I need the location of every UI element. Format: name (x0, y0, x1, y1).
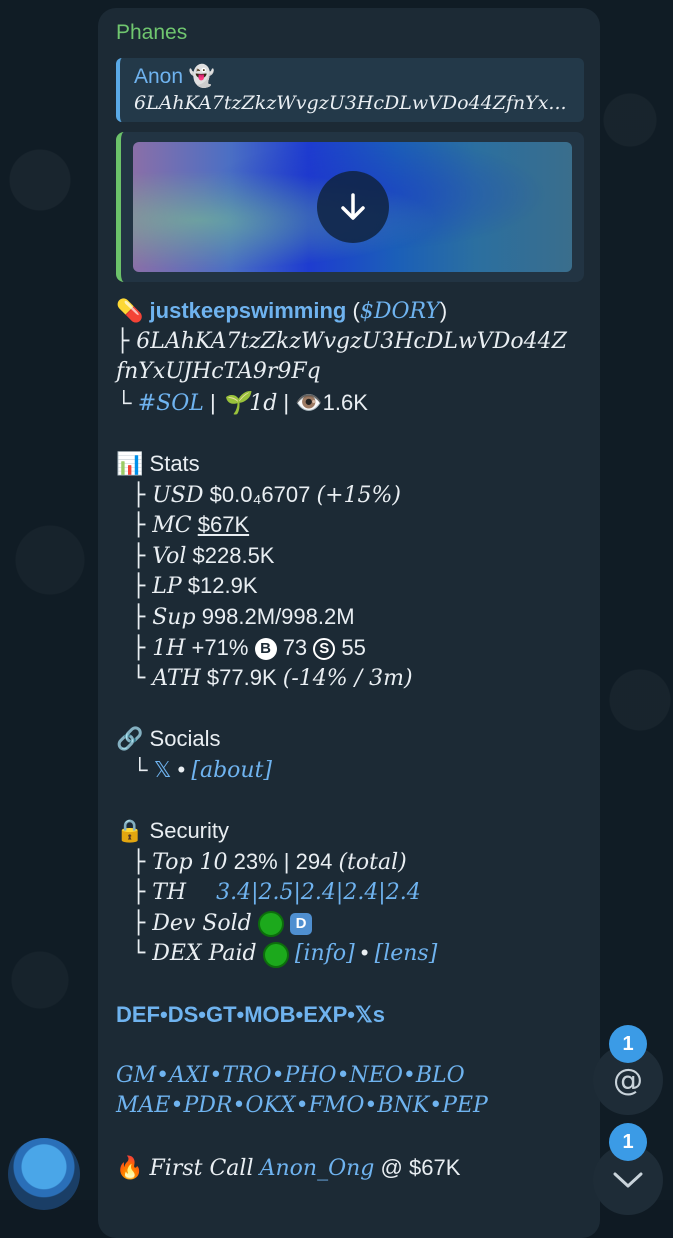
buys-icon: B (254, 637, 277, 660)
security-heading: 🔒 Security (116, 816, 584, 847)
sup-value: 998.2M/998.2M (201, 603, 355, 629)
lp-label: ├ LP (132, 574, 182, 600)
age-value: 🌱1d (221, 390, 278, 416)
sup-label: ├ Sup (132, 604, 196, 630)
token-meta: └ #SOL | 🌱1d | 👁️1.6K (116, 388, 584, 419)
top10-note: (total) (338, 849, 407, 875)
usd-label: ├ USD (132, 482, 204, 508)
usd-change: (+15%) (316, 482, 402, 508)
lock-icon: 🔒 (116, 818, 144, 844)
green-circle-icon (257, 911, 284, 938)
stat-vol: ├ Vol $228.5K (116, 541, 584, 572)
green-circle-icon (262, 941, 289, 968)
ticker-close: ) (439, 298, 448, 323)
link-icon: 🔗 (116, 726, 144, 752)
about-link[interactable]: [about] (191, 758, 272, 783)
x-link[interactable]: 𝕏 (154, 757, 172, 782)
h1-value: +71% (191, 634, 249, 660)
first-call: 🔥 First Call Anon_Ong @ $67K (116, 1153, 584, 1184)
th-values[interactable]: 3.4|2.5|2.4|2.4|2.4 (216, 880, 421, 905)
stats-title: Stats (149, 450, 200, 476)
stats-heading: 📊 Stats (116, 449, 584, 480)
fire-icon: 🔥 (116, 1154, 144, 1180)
ath-value: $77.9K (206, 665, 277, 691)
chart-icon: 📊 (116, 450, 144, 476)
first-call-value: $67K (408, 1154, 461, 1180)
chevron-down-icon (613, 1172, 643, 1188)
vol-label: ├ Vol (132, 543, 187, 569)
reply-text: 6LAhKA7tzZkzWvgzU3HcDLwVDo44ZfnYx... (134, 92, 567, 114)
reply-author: Anon 👻 (134, 65, 216, 88)
lp-value: $12.9K (187, 573, 258, 599)
ath-label: └ ATH (132, 666, 201, 692)
vol-value: $228.5K (192, 542, 275, 568)
mc-value[interactable]: $67K (198, 512, 249, 537)
message-text: 💊 justkeepswimming ($DORY) ├ 6LAhKA7tzZk… (116, 296, 584, 1183)
address-line-2[interactable]: fnYxUJHcTA9r9Fq (116, 357, 584, 388)
mention-count-badge: 1 (609, 1025, 647, 1063)
top10-value: 23% | 294 (233, 848, 333, 874)
th-label: ├ TH (132, 880, 187, 906)
first-call-at: @ (380, 1154, 403, 1180)
sells-count: 55 (341, 634, 366, 660)
socials-heading: 🔗 Socials (116, 724, 584, 755)
dex-info-link[interactable]: [info] (295, 941, 355, 966)
token-title: 💊 justkeepswimming ($DORY) (116, 296, 584, 327)
tree-prefix: └ (132, 756, 154, 782)
stat-mc: ├ MC $67K (116, 510, 584, 541)
dex-label: └ DEX Paid (132, 941, 257, 967)
at-icon: @ (613, 1062, 643, 1098)
security-th: ├ TH 3.4|2.5|2.4|2.4|2.4 (116, 877, 584, 908)
sender-name[interactable]: Phanes (116, 18, 584, 52)
buys-count: 73 (282, 634, 308, 660)
media-preview[interactable] (116, 132, 584, 282)
stat-ath: └ ATH $77.9K (-14% / 3m) (116, 663, 584, 694)
scroll-count-badge: 1 (609, 1123, 647, 1161)
security-title: Security (149, 818, 230, 844)
stat-sup: ├ Sup 998.2M/998.2M (116, 602, 584, 633)
tools-links-1[interactable]: DEF•DS•GT•MOB•EXP•𝕏s (116, 1000, 584, 1031)
ticker-open: ( (352, 298, 360, 323)
address-line-1[interactable]: ├ 6LAhKA7tzZkzWvgzU3HcDLwVDo44Z (116, 327, 584, 358)
separator: | (277, 389, 296, 415)
reply-quote[interactable]: Anon 👻 6LAhKA7tzZkzWvgzU3HcDLwVDo44ZfnYx… (116, 58, 584, 122)
stat-lp: ├ LP $12.9K (116, 571, 584, 602)
sells-icon: S (313, 637, 336, 660)
h1-label: ├ 1H (132, 635, 186, 661)
separator: • (171, 756, 192, 782)
security-dex: └ DEX Paid [info] • [lens] (116, 938, 584, 969)
socials-title: Socials (149, 726, 221, 752)
stat-1h: ├ 1H +71% B 73 S 55 (116, 633, 584, 664)
views-value: 👁️1.6K (295, 389, 368, 415)
dev-badge: D (290, 913, 313, 936)
token-name-link[interactable]: justkeepswimming (150, 298, 347, 323)
message-bubble[interactable]: Phanes Anon 👻 6LAhKA7tzZkzWvgzU3HcDLwVDo… (98, 8, 600, 1238)
separator: • (354, 940, 375, 966)
tree-prefix: └ (116, 389, 138, 415)
pill-icon: 💊 (116, 298, 144, 323)
sender-avatar[interactable] (8, 1138, 80, 1210)
separator: | (203, 389, 222, 415)
top10-label: ├ Top 10 (132, 849, 228, 875)
dev-label: ├ Dev Sold (132, 910, 252, 936)
first-call-label: First Call (149, 1155, 254, 1181)
blurred-image[interactable] (133, 142, 572, 272)
tools-links-2[interactable]: GM•AXI•TRO•PHO•NEO•BLO (116, 1061, 584, 1092)
tools-links-3[interactable]: MAE•PDR•OKX•FMO•BNK•PEP (116, 1091, 584, 1122)
security-top10: ├ Top 10 23% | 294 (total) (116, 847, 584, 878)
socials-links: └ 𝕏 • [about] (116, 755, 584, 786)
download-icon[interactable] (316, 171, 389, 243)
security-dev: ├ Dev Sold D (116, 908, 584, 939)
usd-value: $0.0₄6707 (209, 481, 311, 507)
first-call-user[interactable]: Anon_Ong (260, 1156, 375, 1181)
mc-label: ├ MC (132, 513, 192, 539)
stat-usd: ├ USD $0.0₄6707 (+15%) (116, 480, 584, 511)
ticker-link[interactable]: $DORY (360, 299, 440, 324)
chain-hashtag[interactable]: #SOL (138, 391, 204, 416)
ath-note: (-14% / 3m) (282, 666, 413, 692)
dex-lens-link[interactable]: [lens] (375, 941, 438, 966)
